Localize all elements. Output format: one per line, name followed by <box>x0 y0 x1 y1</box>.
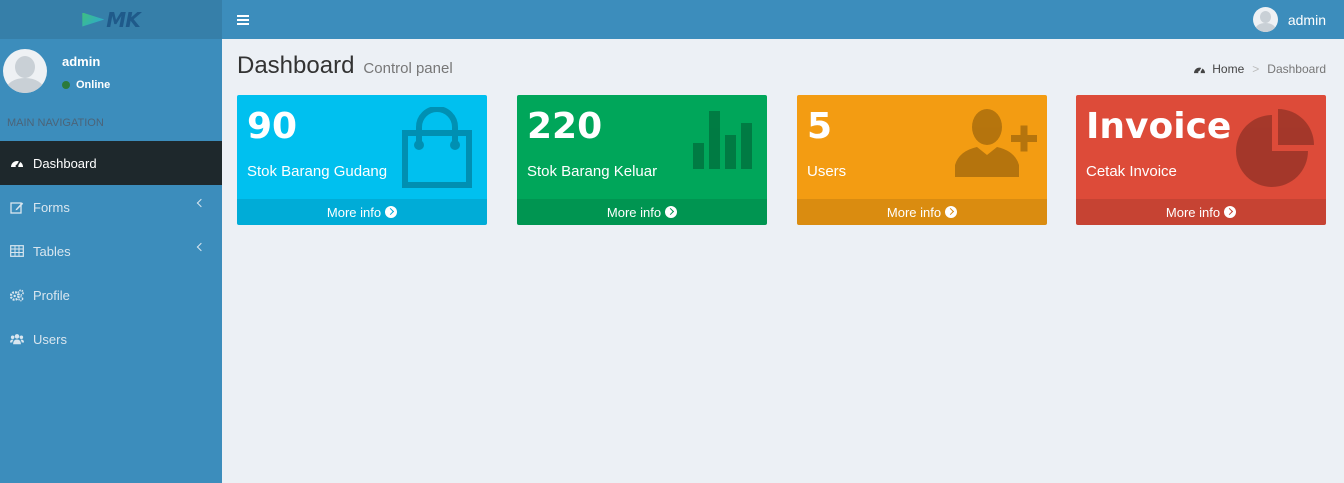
arrow-circle-right-icon <box>1224 206 1237 218</box>
more-info-link[interactable]: More info <box>1076 199 1326 225</box>
arrow-circle-right-icon <box>665 206 678 218</box>
sidebar: admin Online MAIN NAVIGATION Dashboard F… <box>0 39 222 483</box>
info-box-body: 90 Stok Barang Gudang <box>237 95 487 199</box>
sidebar-item-forms[interactable]: Forms <box>0 185 222 229</box>
sidebar-item-dashboard[interactable]: Dashboard <box>0 141 222 185</box>
user-plus-icon <box>955 109 1037 177</box>
dashboard-icon <box>1194 66 1206 74</box>
users-icon <box>10 332 24 346</box>
sidebar-item-label: Profile <box>33 287 70 303</box>
sidebar-item-users[interactable]: Users <box>0 317 222 361</box>
sidebar-item-profile[interactable]: Profile <box>0 273 222 317</box>
sidebar-item-label: Users <box>33 331 67 347</box>
user-menu[interactable]: admin <box>1252 7 1344 32</box>
sidebar-item-label: Forms <box>33 199 70 215</box>
chevron-left-icon <box>196 198 206 208</box>
more-info-link[interactable]: More info <box>237 199 487 225</box>
info-box-body: Invoice Cetak Invoice <box>1076 95 1326 199</box>
breadcrumb-home-link[interactable]: Home <box>1193 62 1244 76</box>
more-info-link[interactable]: More info <box>517 199 767 225</box>
breadcrumb: Home > Dashboard <box>1193 62 1326 76</box>
more-info-label: More info <box>606 204 662 220</box>
breadcrumb-separator: > <box>1252 62 1260 76</box>
info-box-body: 220 Stok Barang Keluar <box>517 95 767 199</box>
online-status-icon <box>62 81 70 89</box>
header-user-name: admin <box>1287 11 1326 28</box>
status-label: Online <box>76 79 111 91</box>
breadcrumb-home-label: Home <box>1212 62 1245 76</box>
gears-icon <box>10 288 24 302</box>
info-box-invoice: Invoice Cetak Invoice More info <box>1076 95 1326 225</box>
nav-header: MAIN NAVIGATION <box>7 117 104 129</box>
sidebar-user-name: admin <box>62 54 101 69</box>
logo-area[interactable]: MK <box>0 0 222 39</box>
avatar <box>1252 7 1278 32</box>
shopping-bag-icon <box>402 107 472 188</box>
breadcrumb-current: Dashboard <box>1267 62 1326 76</box>
info-box-users: 5 Users More info <box>797 95 1047 225</box>
info-box-stok-gudang: 90 Stok Barang Gudang More info <box>237 95 487 225</box>
arrow-circle-right-icon <box>385 206 398 218</box>
logo-text: MK <box>106 7 140 32</box>
info-box-body: 5 Users <box>797 95 1047 199</box>
sidebar-toggle-button[interactable] <box>222 0 264 39</box>
bar-chart-icon <box>693 111 752 169</box>
more-info-label: More info <box>326 204 382 220</box>
more-info-label: More info <box>1165 204 1221 220</box>
more-info-label: More info <box>886 204 942 220</box>
top-navbar: admin <box>222 0 1344 39</box>
arrow-circle-right-icon <box>945 206 958 218</box>
sidebar-item-label: Dashboard <box>33 155 97 171</box>
user-avatar <box>3 49 47 93</box>
dashboard-icon <box>10 156 24 170</box>
more-info-link[interactable]: More info <box>797 199 1047 225</box>
page-subtitle: Control panel <box>363 60 453 77</box>
edit-icon <box>10 200 24 214</box>
user-status[interactable]: Online <box>62 79 110 91</box>
chevron-left-icon <box>196 242 206 252</box>
sidebar-item-label: Tables <box>33 243 71 259</box>
user-panel: admin Online <box>0 39 222 99</box>
info-box-stok-keluar: 220 Stok Barang Keluar More info <box>517 95 767 225</box>
brand-logo: MK <box>82 7 141 32</box>
hamburger-icon <box>237 14 249 25</box>
page-title: Dashboard <box>237 52 355 79</box>
content-header: Dashboard Control panel <box>237 52 453 80</box>
sidebar-item-tables[interactable]: Tables <box>0 229 222 273</box>
logo-mark-icon <box>82 12 105 27</box>
pie-chart-icon <box>1236 109 1314 187</box>
table-icon <box>10 244 24 258</box>
